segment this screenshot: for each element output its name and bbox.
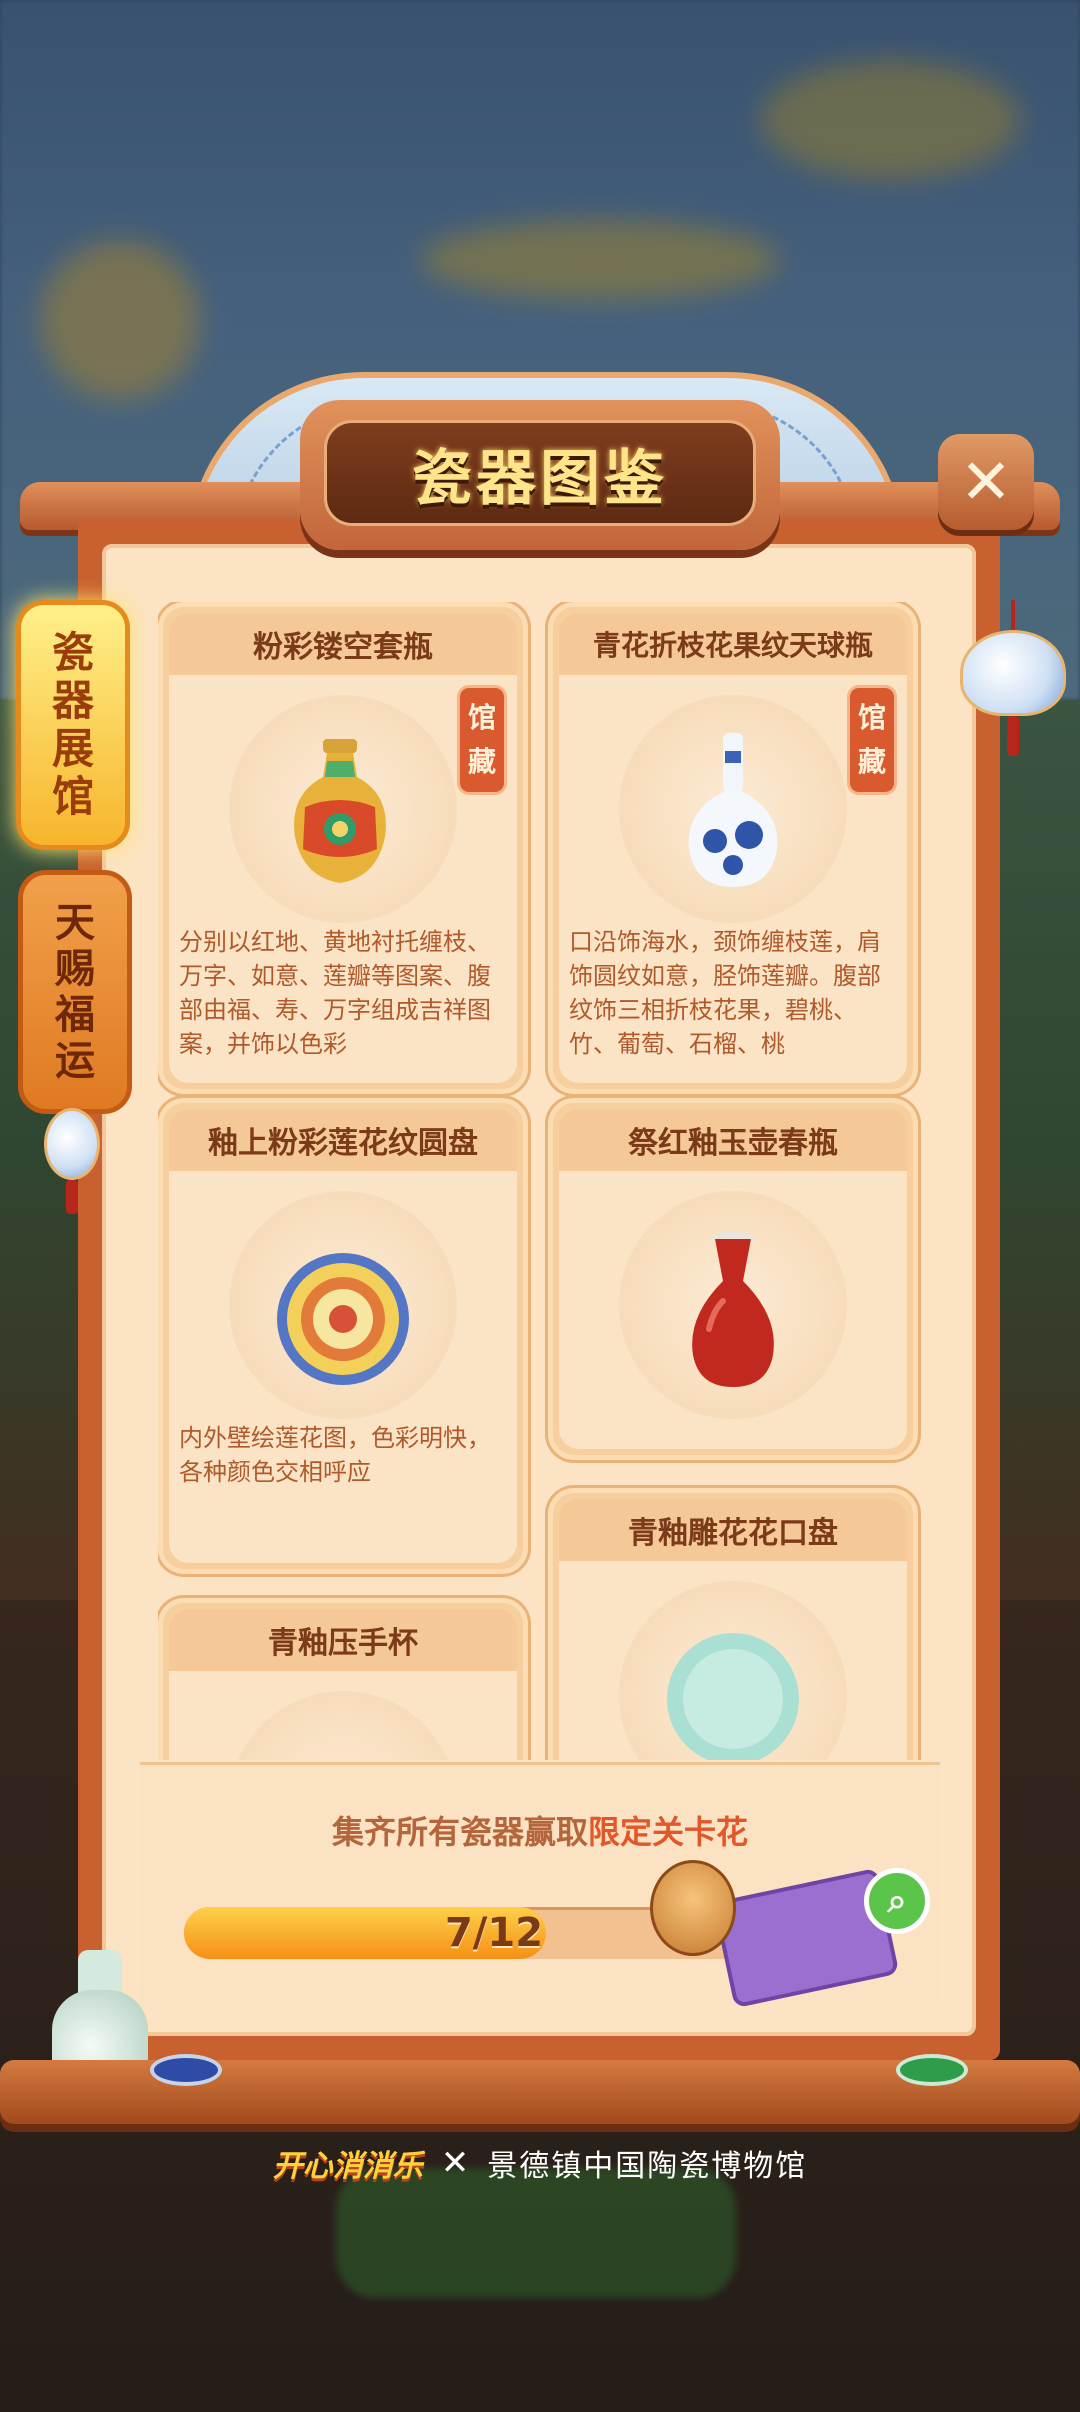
card-description: 内外壁绘莲花图，色彩明快，各种颜色交相呼应: [179, 1424, 491, 1486]
famille-rose-vase-image: [294, 739, 386, 883]
reward-highlight: 限定关卡花: [588, 1813, 749, 1851]
reward-text: 集齐所有瓷器赢取限定关卡花: [331, 1813, 749, 1851]
card-title: 釉上粉彩莲花纹圆盘: [208, 1126, 478, 1161]
card-title: 粉彩镂空套瓶: [253, 630, 433, 665]
title-plaque: 瓷器图鉴: [300, 400, 780, 550]
magnifier-icon[interactable]: ⌕: [864, 1868, 930, 1934]
card-title: 青釉雕花花口盘: [628, 1516, 838, 1551]
card-title: 青釉压手杯: [268, 1626, 418, 1661]
close-icon: ✕: [960, 445, 1012, 518]
porcelain-charm-icon: [44, 1108, 100, 1214]
bear-mascot-icon: [650, 1860, 736, 1956]
porcelain-card-6[interactable]: 青釉压手杯: [158, 1598, 528, 1760]
celadon-lobed-plate-image: [667, 1633, 799, 1760]
tab-porcelain-gallery[interactable]: 瓷 器 展 馆: [16, 600, 130, 850]
museum-logo: 景德镇中国陶瓷博物馆: [487, 2149, 808, 2184]
card-title: 青花折枝花果纹天球瓶: [592, 629, 873, 662]
porcelain-card-2[interactable]: 青花折枝花果纹天球瓶 馆藏 口沿饰海水，颈饰缠枝莲，肩饰圆纹如意，胫饰莲瓣。腹部…: [548, 602, 918, 1094]
card-title: 祭红釉玉壶春瓶: [628, 1126, 838, 1161]
tab-blessing-fortune[interactable]: 天 赐 福 运: [18, 870, 132, 1114]
green-ink-pot-icon: [896, 2054, 968, 2086]
page-title: 瓷器图鉴: [412, 443, 668, 514]
blue-ink-pot-icon: [150, 2054, 222, 2086]
game-logo: 开心消消乐: [272, 2149, 423, 2184]
card-description: 口沿饰海水，颈饰缠枝莲，肩饰圆纹如意，胫饰莲瓣。腹部纹饰三相折枝花果，碧桃、竹、…: [569, 928, 881, 1058]
close-button[interactable]: ✕: [938, 434, 1034, 530]
museum-collection-stamp: 馆藏: [847, 685, 897, 795]
porcelain-charm-icon: [960, 600, 1066, 756]
sacrificial-red-vase-image: [692, 1232, 774, 1387]
footer-logos: 开心消消乐 ✕ 景德镇中国陶瓷博物馆: [0, 2138, 1080, 2188]
museum-collection-stamp: 馆藏: [457, 685, 507, 795]
porcelain-card-1[interactable]: 粉彩镂空套瓶 馆藏 分别以红地、黄地衬托缠枝、万字、如意、莲瓣等图案、腹部由福、…: [158, 602, 528, 1094]
blue-white-globe-vase-image: [688, 733, 778, 887]
collab-separator: ✕: [440, 2143, 470, 2183]
porcelain-card-4[interactable]: 祭红釉玉壶春瓶: [548, 1098, 918, 1460]
porcelain-card-5[interactable]: 青釉雕花花口盘: [548, 1488, 918, 1760]
porcelain-card-3[interactable]: 釉上粉彩莲花纹圆盘 内外壁绘莲花图，色彩明快，各种颜色交相呼应: [158, 1098, 528, 1574]
famille-rose-lotus-plate-image: [277, 1253, 409, 1385]
porcelain-list[interactable]: 粉彩镂空套瓶 馆藏 分别以红地、黄地衬托缠枝、万字、如意、莲瓣等图案、腹部由福、…: [158, 602, 928, 1760]
card-description: 分别以红地、黄地衬托缠枝、万字、如意、莲瓣等图案、腹部由福、寿、万字组成吉祥图案…: [179, 928, 491, 1058]
